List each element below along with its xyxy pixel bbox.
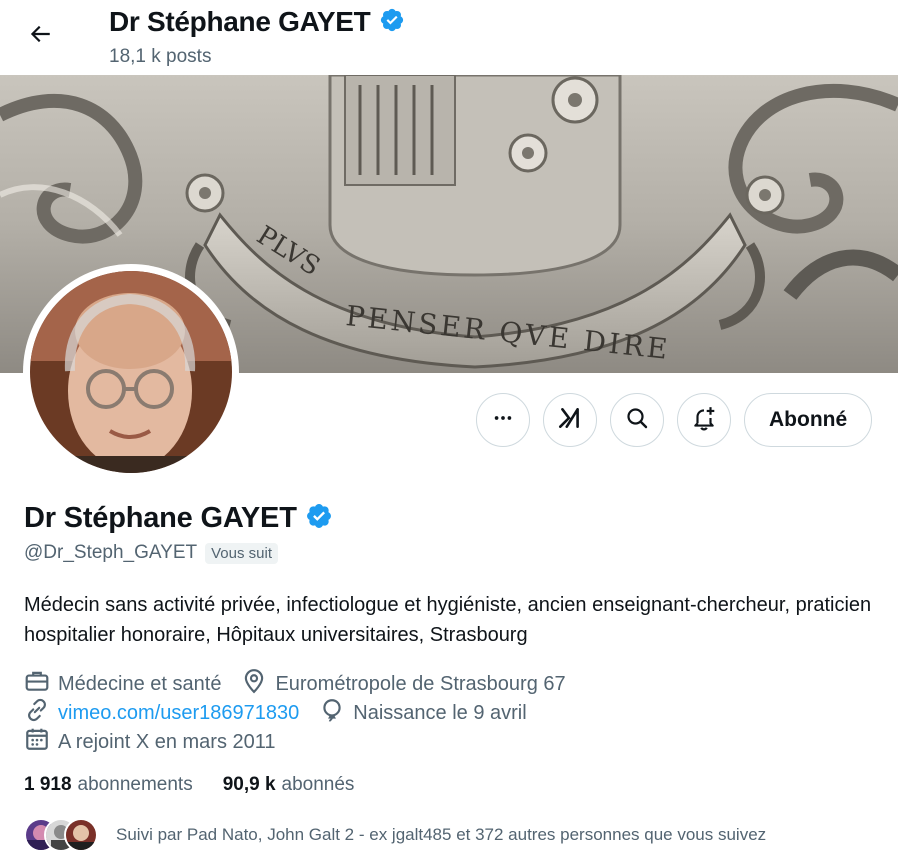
followers-label: abonnés [281, 774, 355, 795]
joined-text: A rejoint X en mars 2011 [58, 730, 276, 753]
website-item: vimeo.com/user186971830 [24, 697, 299, 729]
birthday-text: Naissance le 9 avril [353, 701, 527, 724]
location-item: Eurométropole de Strasbourg 67 [241, 668, 566, 700]
follow-stats: 1 918 abonnements 90,9 k abonnés [24, 774, 354, 796]
following-label: abonnements [77, 774, 193, 795]
location-text: Eurométropole de Strasbourg 67 [275, 672, 566, 695]
following-count: 1 918 [24, 774, 72, 795]
mini-avatar [64, 818, 98, 852]
website-link[interactable]: vimeo.com/user186971830 [58, 702, 299, 725]
verified-badge-icon[interactable] [305, 502, 333, 535]
profile-avatar[interactable] [23, 264, 239, 480]
bell-plus-icon [691, 405, 717, 436]
avatar-image [30, 271, 232, 473]
search-icon [625, 406, 649, 435]
followed-by-text: Suivi par Pad Nato, John Galt 2 - ex jga… [116, 825, 767, 844]
link-icon [24, 697, 50, 729]
location-pin-icon [241, 668, 267, 700]
following-link[interactable]: 1 918 abonnements [24, 774, 193, 796]
followers-link[interactable]: 90,9 k abonnés [223, 774, 355, 796]
profile-name: Dr Stéphane GAYET [24, 502, 297, 534]
verified-badge-icon [379, 7, 405, 38]
following-button[interactable]: Abonné [744, 393, 873, 447]
balloon-icon [319, 697, 345, 729]
notify-button[interactable] [677, 393, 731, 447]
arrow-left-icon [27, 21, 53, 52]
profile-name-row: Dr Stéphane GAYET [24, 502, 333, 535]
search-button[interactable] [610, 393, 664, 447]
handle-row: @Dr_Steph_GAYET Vous suit [24, 542, 278, 564]
followers-count: 90,9 k [222, 774, 276, 795]
grok-button[interactable] [543, 393, 597, 447]
profile-meta-row-2: vimeo.com/user186971830 Naissance le 9 a… [24, 697, 547, 729]
category-item: Médecine et santé [24, 668, 221, 700]
followed-by-avatars [24, 818, 98, 852]
header-name: Dr Stéphane GAYET [109, 6, 371, 37]
profile-meta-row-3: A rejoint X en mars 2011 [24, 726, 296, 758]
grok-icon [557, 405, 583, 436]
profile-bio: Médecin sans activité privée, infectiolo… [24, 594, 872, 646]
profile-meta-row-1: Médecine et santé Eurométropole de Stras… [24, 668, 586, 700]
followed-by-row[interactable]: Suivi par Pad Nato, John Galt 2 - ex jga… [24, 818, 766, 852]
birthday-item: Naissance le 9 avril [319, 697, 527, 729]
follows-you-badge: Vous suit [205, 542, 278, 564]
profile-actions: Abonné [476, 393, 873, 447]
more-button[interactable] [476, 393, 530, 447]
posts-count: 18,1 k posts [109, 46, 212, 67]
profile-handle: @Dr_Steph_GAYET [24, 542, 198, 563]
profile-header-bar: Dr Stéphane GAYET 18,1 k posts [0, 0, 898, 75]
more-dots-icon [492, 407, 514, 434]
calendar-icon [24, 726, 50, 758]
joined-item: A rejoint X en mars 2011 [24, 726, 276, 758]
back-button[interactable] [20, 16, 60, 56]
category-text: Médecine et santé [58, 672, 222, 695]
briefcase-icon [24, 668, 50, 700]
